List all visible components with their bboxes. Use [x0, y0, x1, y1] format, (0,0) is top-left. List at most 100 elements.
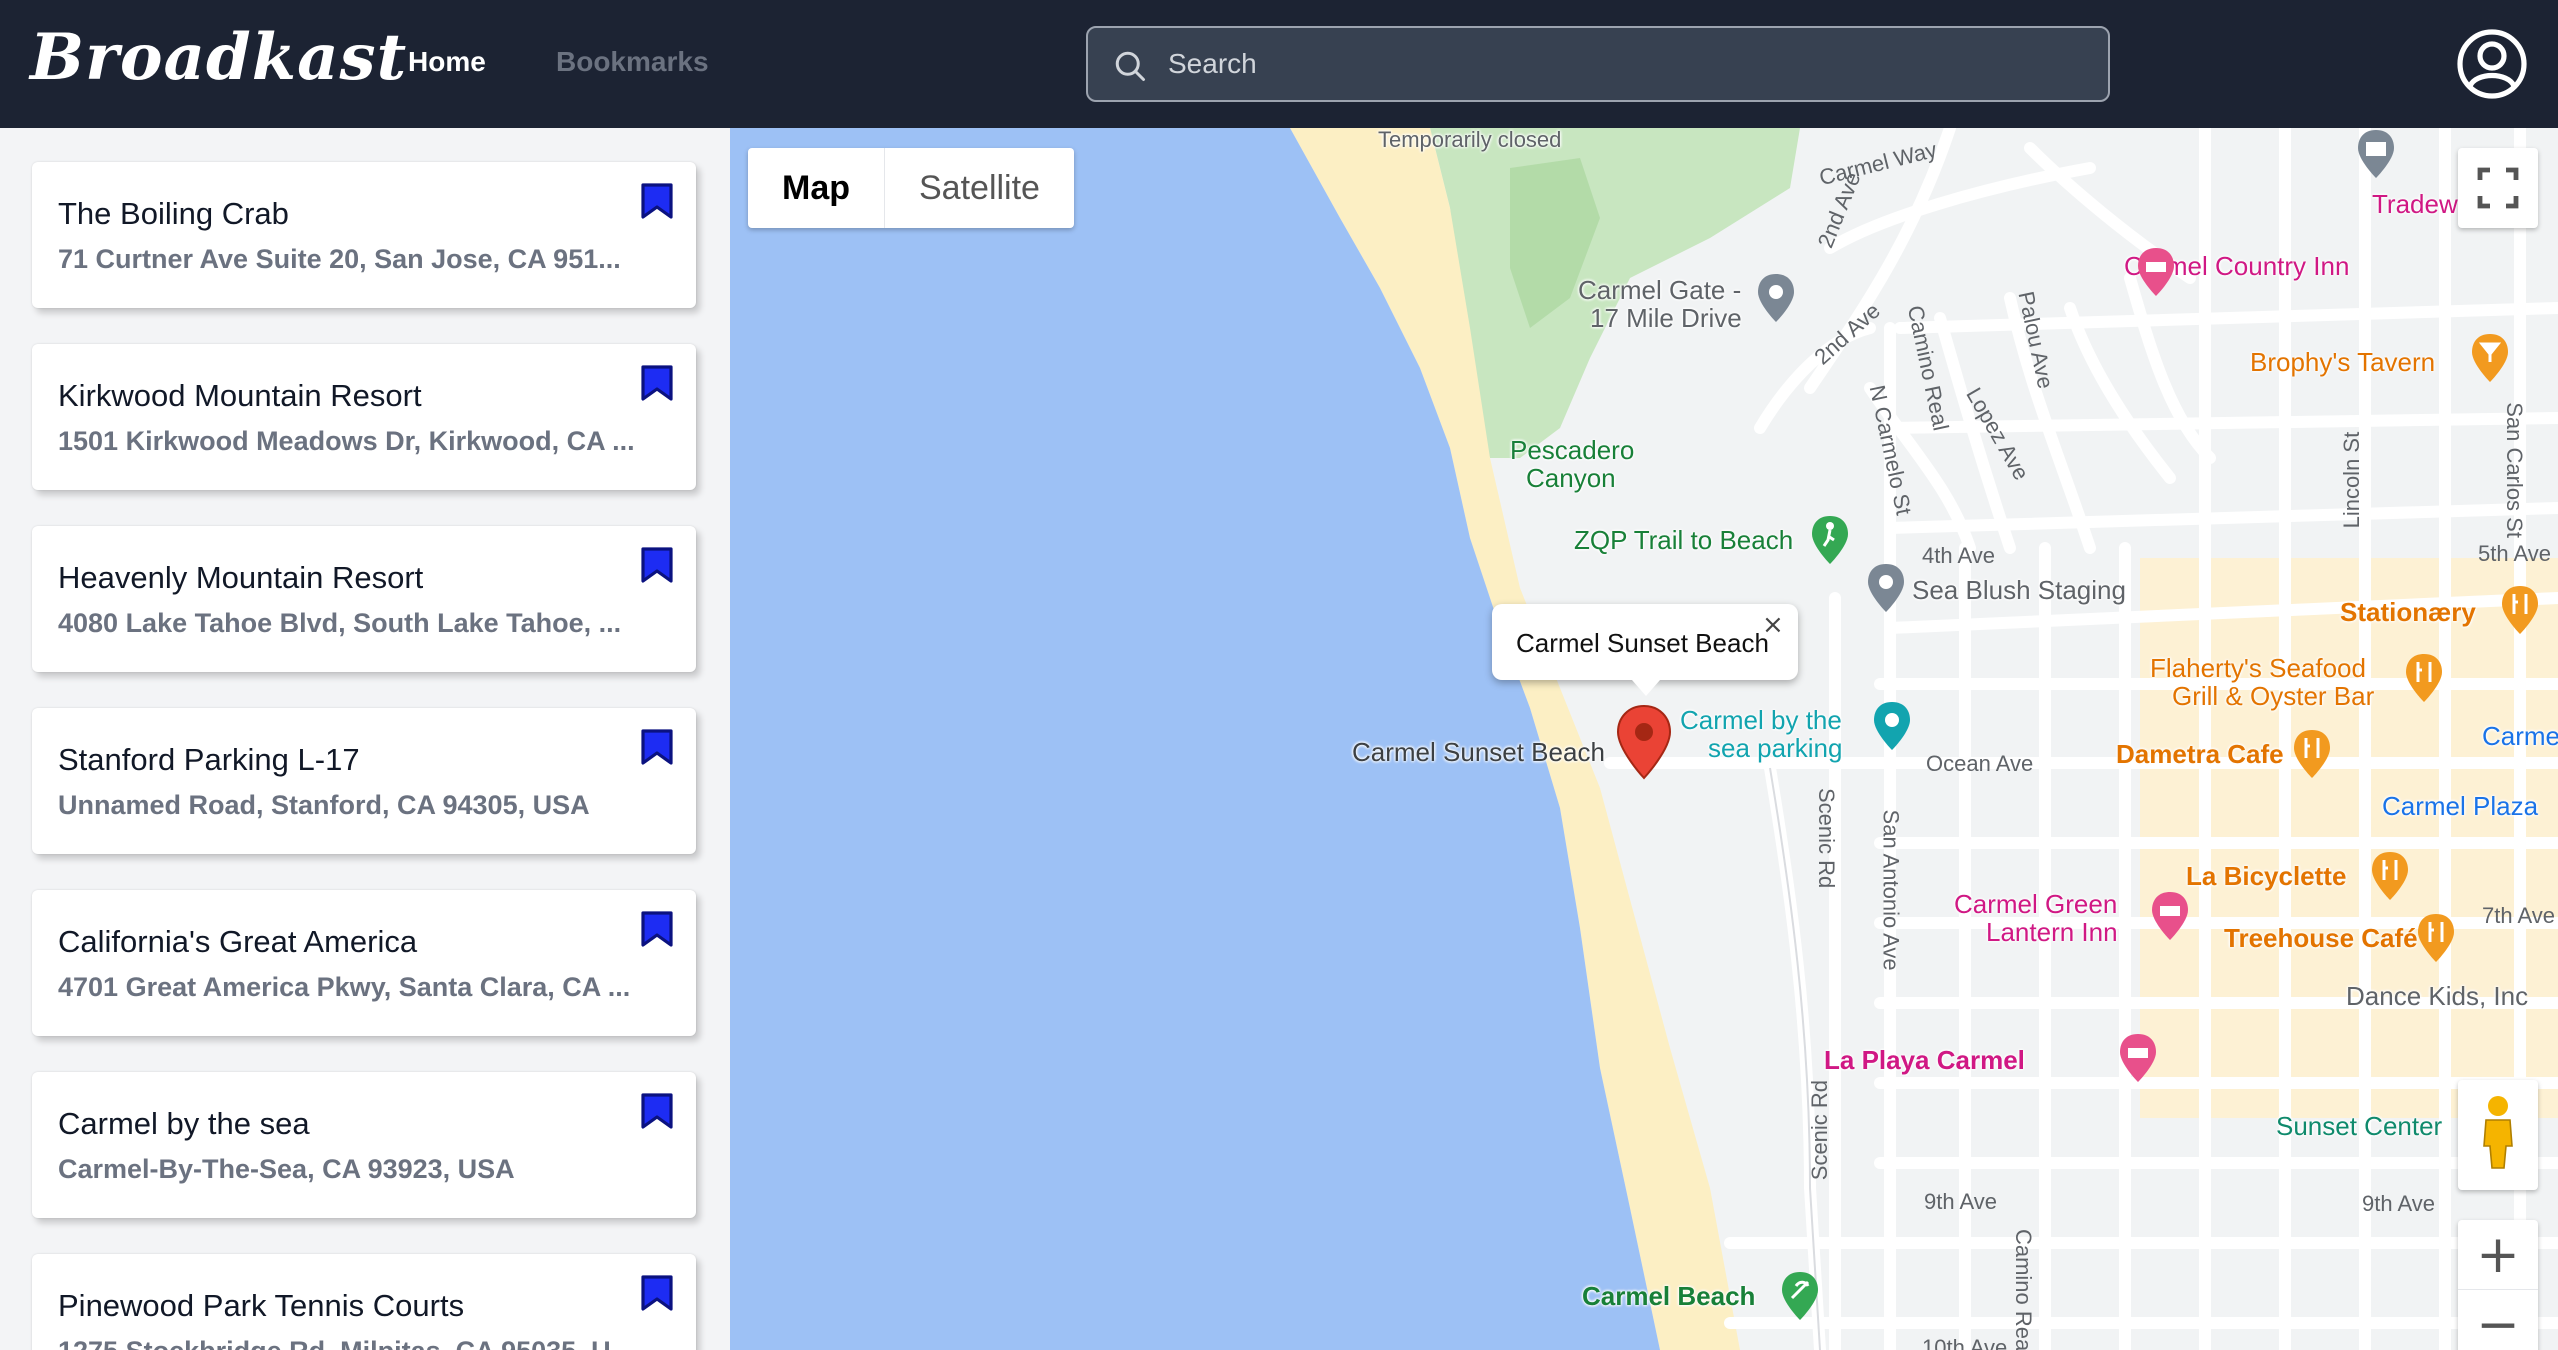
- map-label: Carmel Gate -: [1578, 275, 1742, 305]
- info-window-title: Carmel Sunset Beach: [1516, 628, 1769, 658]
- search-input[interactable]: [1168, 28, 2088, 100]
- restaurant-pin-icon[interactable]: [2416, 912, 2456, 964]
- restaurant-pin-icon[interactable]: [2404, 652, 2444, 704]
- map-label: Canyon: [1526, 463, 1616, 493]
- location-pin-icon[interactable]: [1756, 272, 1796, 324]
- place-card[interactable]: Stanford Parking L-17 Unnamed Road, Stan…: [32, 708, 696, 854]
- map-label: Treehouse Café: [2224, 923, 2418, 953]
- place-name: Stanford Parking L-17: [58, 742, 360, 777]
- map-label: Carme: [2482, 721, 2558, 751]
- map-label: Lantern Inn: [1986, 917, 2118, 947]
- search-icon: [1115, 51, 1145, 81]
- street-view-pegman-button[interactable]: [2458, 1080, 2538, 1190]
- hotel-pin-icon[interactable]: [2118, 1032, 2158, 1084]
- map-label: San Carlos St: [2501, 402, 2527, 538]
- map-label: Carmel Sunset Beach: [1352, 737, 1605, 767]
- place-name: Heavenly Mountain Resort: [58, 560, 424, 595]
- bookmark-icon[interactable]: [640, 1092, 674, 1130]
- bar-pin-icon[interactable]: [2470, 332, 2510, 384]
- map-label: La Bicyclette: [2186, 861, 2347, 891]
- place-name: The Boiling Crab: [58, 196, 289, 231]
- map-type-map-button[interactable]: Map: [748, 148, 885, 228]
- map-view[interactable]: Temporarily closed Carmel Way 2nd Ave Tr…: [730, 128, 2558, 1350]
- place-card[interactable]: Kirkwood Mountain Resort 1501 Kirkwood M…: [32, 344, 696, 490]
- nav-home-link[interactable]: Home: [408, 46, 486, 78]
- hotel-pin-icon[interactable]: [2136, 246, 2176, 298]
- map-label: Brophy's Tavern: [2250, 347, 2436, 377]
- map-label: Sunset Center: [2276, 1111, 2443, 1141]
- map-label: 9th Ave: [2362, 1191, 2435, 1216]
- zoom-in-button[interactable]: +: [2458, 1220, 2538, 1290]
- map-label: Ocean Ave: [1926, 751, 2034, 776]
- place-card[interactable]: Pinewood Park Tennis Courts 1275 Stockbr…: [32, 1254, 696, 1350]
- map-label: Carmel Beach: [1582, 1281, 1756, 1311]
- place-address: 1275 Stockbridge Rd, Milpitas, CA 95035,…: [58, 1336, 638, 1350]
- place-name: California's Great America: [58, 924, 418, 959]
- map-type-satellite-button[interactable]: Satellite: [885, 148, 1074, 228]
- map-label: Tradew: [2372, 189, 2458, 219]
- bookmark-icon[interactable]: [640, 1274, 674, 1312]
- place-address: Unnamed Road, Stanford, CA 94305, USA: [58, 790, 590, 820]
- map-type-toggle: Map Satellite: [748, 148, 1074, 228]
- restaurant-pin-icon[interactable]: [2292, 728, 2332, 780]
- location-pin-icon[interactable]: [1866, 562, 1906, 614]
- map-label: 7th Ave: [2482, 903, 2555, 928]
- bookmark-icon[interactable]: [640, 546, 674, 584]
- map-label: Pescadero: [1510, 435, 1635, 465]
- map-label: 10th Ave: [1922, 1335, 2008, 1350]
- beach-pin-icon[interactable]: [1780, 1270, 1820, 1322]
- map-label: Stationæry: [2340, 597, 2476, 627]
- selected-location-marker-icon[interactable]: [1616, 704, 1672, 780]
- bookmark-icon[interactable]: [640, 910, 674, 948]
- map-label: Dametra Cafe: [2116, 739, 2284, 769]
- place-address: 1501 Kirkwood Meadows Dr, Kirkwood, CA .…: [58, 426, 635, 456]
- map-label: Grill & Oyster Bar: [2172, 681, 2375, 711]
- info-window-close-button[interactable]: ×: [1762, 610, 1784, 640]
- search-box[interactable]: [1086, 26, 2110, 102]
- place-card[interactable]: Heavenly Mountain Resort 4080 Lake Tahoe…: [32, 526, 696, 672]
- map-label: Carmel Plaza: [2382, 791, 2539, 821]
- map-label: 4th Ave: [1922, 543, 1995, 568]
- map-label: 9th Ave: [1924, 1189, 1997, 1214]
- map-label: 17 Mile Drive: [1590, 303, 1742, 333]
- map-label: Scenic Rd: [1814, 787, 1840, 889]
- map-label: La Playa Carmel: [1824, 1045, 2025, 1075]
- brand-logo[interactable]: Broadkast: [30, 20, 407, 95]
- fullscreen-button[interactable]: [2458, 148, 2538, 228]
- place-card[interactable]: California's Great America 4701 Great Am…: [32, 890, 696, 1036]
- fullscreen-icon: [2477, 167, 2519, 209]
- restaurant-pin-icon[interactable]: [2500, 584, 2540, 636]
- place-address: 4701 Great America Pkwy, Santa Clara, CA…: [58, 972, 631, 1002]
- map-label: Dance Kids, Inc: [2346, 981, 2529, 1011]
- hotel-pin-icon[interactable]: [2150, 890, 2190, 942]
- map-label: Flaherty's Seafood: [2150, 653, 2366, 683]
- map-label: Camino Rea: [2011, 1228, 2037, 1350]
- place-card[interactable]: The Boiling Crab 71 Curtner Ave Suite 20…: [32, 162, 696, 308]
- zoom-out-button[interactable]: −: [2458, 1290, 2538, 1350]
- place-address: 71 Curtner Ave Suite 20, San Jose, CA 95…: [58, 244, 621, 274]
- nav-bookmarks-link[interactable]: Bookmarks: [556, 46, 709, 78]
- place-card[interactable]: Carmel by the sea Carmel-By-The-Sea, CA …: [32, 1072, 696, 1218]
- map-label: Scenic Rd: [1807, 1079, 1833, 1181]
- bookmark-icon[interactable]: [640, 182, 674, 220]
- map-label: Sea Blush Staging: [1912, 575, 2126, 605]
- pegman-icon: [2483, 1096, 2513, 1169]
- place-name: Pinewood Park Tennis Courts: [58, 1288, 465, 1323]
- map-label: Temporarily closed: [1378, 128, 1562, 152]
- map-label: San Antonio Ave: [1878, 809, 1904, 971]
- map-label: sea parking: [1708, 733, 1843, 763]
- bookmark-icon[interactable]: [640, 364, 674, 402]
- restaurant-pin-icon[interactable]: [2370, 850, 2410, 902]
- map-label: ZQP Trail to Beach: [1574, 525, 1794, 555]
- museum-pin-icon[interactable]: [2356, 128, 2396, 180]
- place-name: Kirkwood Mountain Resort: [58, 378, 422, 413]
- camera-pin-icon[interactable]: [1872, 700, 1912, 752]
- map-label: Lincoln St: [2339, 431, 2365, 529]
- hiking-pin-icon[interactable]: [1810, 514, 1850, 566]
- zoom-control: + −: [2458, 1220, 2538, 1350]
- place-name: Carmel by the sea: [58, 1106, 310, 1141]
- map-label: 5th Ave: [2478, 541, 2551, 566]
- user-avatar-icon[interactable]: [2456, 28, 2528, 100]
- bookmark-icon[interactable]: [640, 728, 674, 766]
- place-address: Carmel-By-The-Sea, CA 93923, USA: [58, 1154, 515, 1184]
